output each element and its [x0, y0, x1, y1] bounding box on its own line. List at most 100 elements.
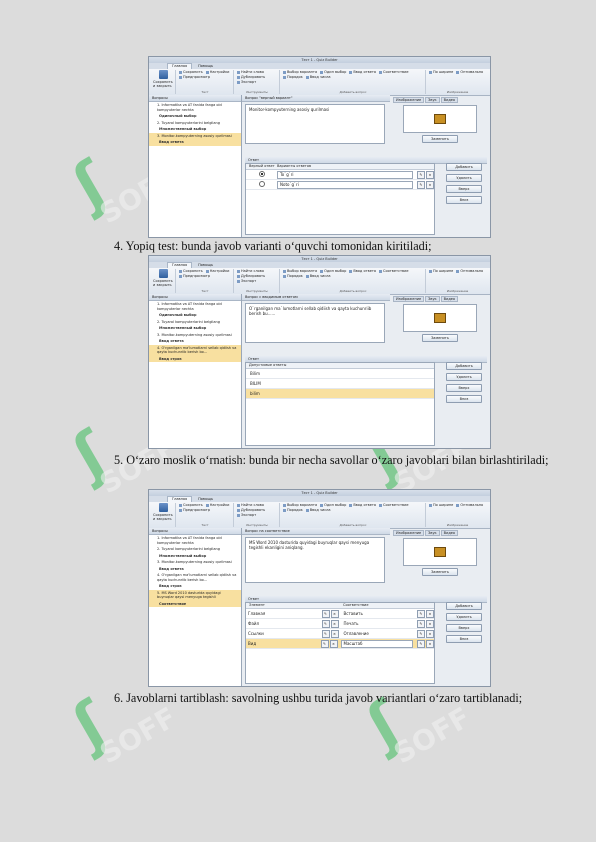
ribbon-item[interactable]: По ширине: [429, 503, 453, 507]
match-left[interactable]: Файл: [246, 621, 318, 627]
ribbon-item[interactable]: Один выбор: [320, 269, 346, 273]
match-right[interactable]: Оглавление: [342, 631, 414, 637]
question-text-field[interactable]: MS Word 2010 dasturida quyidagi buyruqla…: [245, 537, 385, 583]
answer-field[interactable]: Noto`g`ri: [277, 180, 413, 189]
ribbon-item[interactable]: Оптимально: [456, 269, 483, 273]
ribbon-item[interactable]: Ввод ответа: [349, 70, 376, 74]
ribbon-item[interactable]: Ввод числа: [306, 274, 331, 278]
edit-icon[interactable]: ✎: [321, 609, 330, 618]
tab-video[interactable]: Видео: [440, 530, 459, 536]
question-item-selected[interactable]: 5. MS Word 2010 dasturida quyidagi buyru…: [149, 589, 241, 601]
question-item[interactable]: 4. O'rganilgan ma'lumotlarni sellab qidi…: [149, 572, 241, 583]
ribbon-item[interactable]: Оптимально: [456, 70, 483, 74]
answer-field[interactable]: To`g`ri: [277, 170, 413, 179]
ribbon-item[interactable]: Настройки: [206, 269, 230, 273]
edit-icon[interactable]: ✎: [417, 639, 425, 648]
tab-help[interactable]: Помощь: [194, 263, 218, 268]
delete-answer-button[interactable]: Удалить: [446, 174, 482, 182]
ribbon-item[interactable]: Ввод ответа: [349, 269, 376, 273]
question-item-selected[interactable]: 4. O'rganilgan ma'lumotlarni sellab qidi…: [149, 344, 241, 356]
ribbon-item[interactable]: По ширине: [429, 269, 453, 273]
tab-video[interactable]: Видео: [440, 97, 459, 103]
move-down-button[interactable]: Вниз: [446, 395, 482, 403]
question-item[interactable]: 1. Informatika va AT fanida fanga oid ko…: [149, 535, 241, 546]
tab-image[interactable]: Изображение: [393, 97, 425, 103]
ribbon-item[interactable]: По ширине: [429, 70, 453, 74]
match-left[interactable]: Ссылки: [246, 631, 318, 637]
delete-icon[interactable]: ×: [426, 180, 434, 189]
ribbon-item[interactable]: Порядок: [283, 75, 303, 79]
move-down-button[interactable]: Вниз: [446, 635, 482, 643]
delete-answer-button[interactable]: Удалить: [446, 613, 482, 621]
tab-image[interactable]: Изображение: [393, 530, 425, 536]
ribbon-item[interactable]: Дублировать: [237, 274, 265, 278]
ribbon-item[interactable]: Дублировать: [237, 75, 265, 79]
tab-video[interactable]: Видео: [440, 296, 459, 302]
delete-icon[interactable]: ×: [426, 609, 434, 618]
ribbon-item[interactable]: Сохранить: [179, 503, 203, 507]
tab-home[interactable]: Главная: [167, 262, 193, 268]
ribbon-item[interactable]: Найти слово: [237, 503, 264, 507]
ribbon-item[interactable]: Соответствие: [379, 269, 408, 273]
question-item[interactable]: 1. Informatika va AT fanida fanga oid ko…: [149, 301, 241, 312]
match-right[interactable]: Масштаб: [340, 639, 413, 648]
edit-icon[interactable]: ✎: [417, 629, 425, 638]
tab-home[interactable]: Главная: [167, 496, 193, 502]
ribbon-item[interactable]: Выбор варианта: [283, 70, 317, 74]
ribbon-item[interactable]: Экспорт: [237, 80, 256, 84]
delete-icon[interactable]: ×: [330, 609, 339, 618]
table-row-selected[interactable]: bilim: [246, 389, 434, 399]
table-row[interactable]: Bilim: [246, 369, 434, 379]
ribbon-item[interactable]: Выбор варианта: [283, 503, 317, 507]
match-right[interactable]: Вставить: [342, 611, 414, 617]
save-close-button[interactable]: Сохранить и закрыть: [153, 269, 173, 287]
tab-image[interactable]: Изображение: [393, 296, 425, 302]
ribbon-item[interactable]: Ввод числа: [306, 75, 331, 79]
ribbon-item[interactable]: Выбор варианта: [283, 269, 317, 273]
delete-icon[interactable]: ×: [330, 629, 339, 638]
ribbon-item[interactable]: Предпросмотр: [179, 274, 210, 278]
ribbon-item[interactable]: Соответствие: [379, 70, 408, 74]
move-up-button[interactable]: Вверх: [446, 185, 482, 193]
delete-answer-button[interactable]: Удалить: [446, 373, 482, 381]
add-answer-button[interactable]: Добавить: [446, 163, 482, 171]
ribbon-item[interactable]: Один выбор: [320, 70, 346, 74]
question-text-field[interactable]: O`rganilgan ma`lumotlarni sellab qidiish…: [245, 303, 385, 343]
add-answer-button[interactable]: Добавить: [446, 362, 482, 370]
replace-image-button[interactable]: Заменить: [422, 568, 458, 576]
ribbon-item[interactable]: Настройки: [206, 70, 230, 74]
delete-icon[interactable]: ×: [426, 619, 434, 628]
ribbon-item[interactable]: Предпросмотр: [179, 508, 210, 512]
delete-icon[interactable]: ×: [426, 629, 434, 638]
ribbon-item[interactable]: Соответствие: [379, 503, 408, 507]
question-text-field[interactable]: Monitor-kompyuterning asosiy qurilmasi: [245, 104, 385, 144]
ribbon-item[interactable]: Ввод ответа: [349, 503, 376, 507]
tab-sound[interactable]: Звук: [425, 296, 440, 302]
ribbon-item[interactable]: Найти слово: [237, 70, 264, 74]
ribbon-item[interactable]: Сохранить: [179, 70, 203, 74]
replace-image-button[interactable]: Заменить: [422, 334, 458, 342]
ribbon-item[interactable]: Оптимально: [456, 503, 483, 507]
edit-icon[interactable]: ✎: [321, 629, 330, 638]
ribbon-item[interactable]: Сохранить: [179, 269, 203, 273]
move-down-button[interactable]: Вниз: [446, 196, 482, 204]
ribbon-item[interactable]: Один выбор: [320, 503, 346, 507]
ribbon-item[interactable]: Экспорт: [237, 279, 256, 283]
match-left[interactable]: Вид: [246, 641, 317, 647]
correct-radio[interactable]: [258, 171, 265, 177]
ribbon-item[interactable]: Найти слово: [237, 269, 264, 273]
question-item[interactable]: 1. Informatika va AT fanida fanga oid ko…: [149, 102, 241, 113]
delete-icon[interactable]: ×: [426, 639, 434, 648]
table-row[interactable]: BILIM: [246, 379, 434, 389]
correct-radio[interactable]: [258, 181, 265, 187]
ribbon-item[interactable]: Порядок: [283, 274, 303, 278]
ribbon-item[interactable]: Ввод числа: [306, 508, 331, 512]
delete-icon[interactable]: ×: [329, 639, 338, 648]
match-right[interactable]: Печать: [342, 621, 414, 627]
replace-image-button[interactable]: Заменить: [422, 135, 458, 143]
tab-help[interactable]: Помощь: [194, 64, 218, 69]
match-left[interactable]: Главная: [246, 611, 318, 617]
edit-icon[interactable]: ✎: [417, 619, 425, 628]
ribbon-item[interactable]: Предпросмотр: [179, 75, 210, 79]
ribbon-item[interactable]: Порядок: [283, 508, 303, 512]
